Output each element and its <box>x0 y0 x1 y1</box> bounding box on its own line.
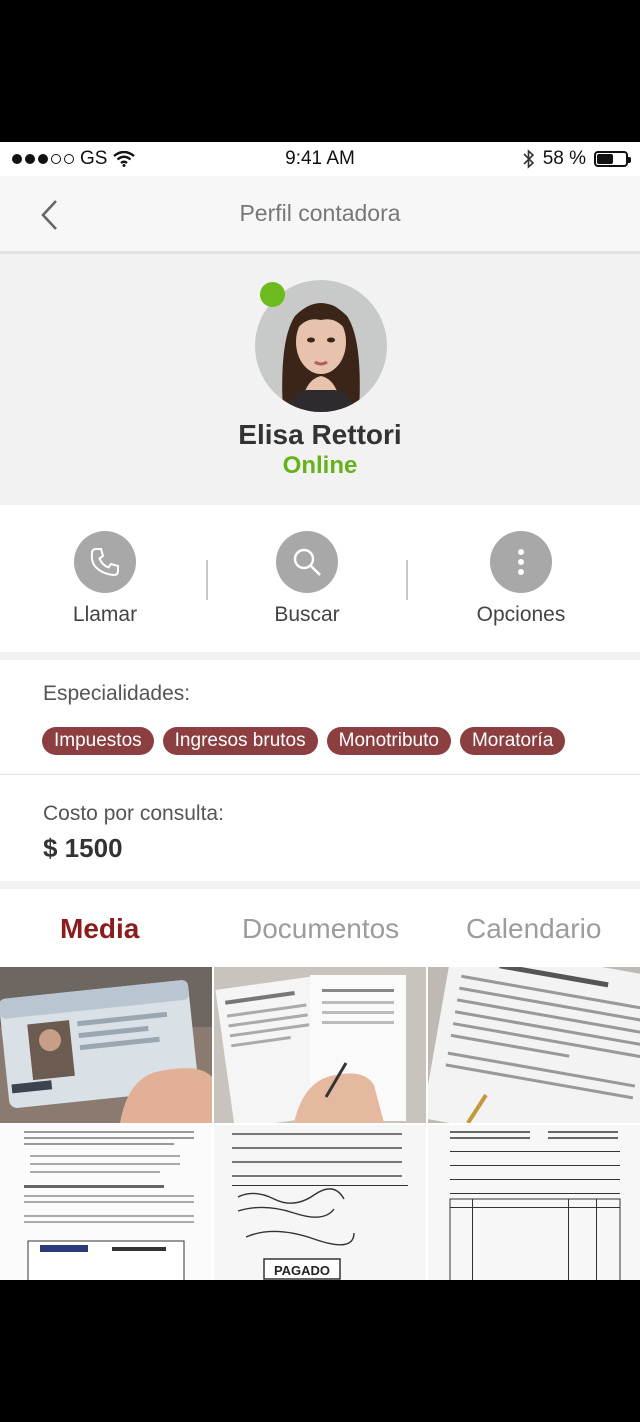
options-button[interactable]: Opciones <box>441 531 601 627</box>
tab-documents[interactable]: Documentos <box>242 913 399 945</box>
media-grid: PAGADO <box>0 967 640 1280</box>
call-button[interactable]: Llamar <box>25 531 185 627</box>
navigation-bar: Perfil contadora <box>0 176 640 254</box>
specialty-tag[interactable]: Monotributo <box>326 727 451 755</box>
consultation-cost-section: Costo por consulta: $ 1500 <box>0 775 640 881</box>
search-label: Buscar <box>274 603 340 626</box>
call-label: Llamar <box>72 603 138 626</box>
battery-percent: 58 % <box>542 148 586 169</box>
media-item[interactable] <box>214 967 426 1123</box>
form-document-thumbnail <box>428 967 640 1123</box>
profile-name: Elisa Rettori <box>238 419 402 450</box>
page-title: Perfil contadora <box>239 200 401 226</box>
id-card-thumbnail <box>0 967 212 1123</box>
text-document-thumbnail <box>0 1125 212 1280</box>
search-button[interactable]: Buscar <box>227 531 387 627</box>
invoice-form-thumbnail <box>428 1125 640 1280</box>
specialty-tag[interactable]: Impuestos <box>42 727 154 755</box>
options-label: Opciones <box>476 603 566 626</box>
specialty-tag[interactable]: Moratoría <box>459 727 566 755</box>
cost-value: $ 1500 <box>43 833 123 863</box>
media-item[interactable] <box>0 967 212 1123</box>
tab-calendar[interactable]: Calendario <box>466 913 601 945</box>
media-item[interactable] <box>428 967 640 1123</box>
action-bar: Llamar Buscar Opciones <box>0 505 640 652</box>
media-item[interactable]: PAGADO <box>214 1125 426 1280</box>
profile-header: Elisa Rettori Online <box>0 254 640 498</box>
paid-stamp: PAGADO <box>274 1263 330 1278</box>
cost-heading: Costo por consulta: <box>43 802 224 825</box>
media-item[interactable] <box>0 1125 212 1280</box>
battery-icon <box>594 151 631 167</box>
app-screen: GS 9:41 AM 58 % Perfil contadora Elisa R… <box>0 142 640 1280</box>
status-bar: GS 9:41 AM 58 % <box>0 142 640 176</box>
specialty-tag[interactable]: Ingresos brutos <box>162 727 318 755</box>
media-item[interactable] <box>428 1125 640 1280</box>
search-icon <box>293 548 321 576</box>
tab-bar: Media Documentos Calendario <box>0 889 640 967</box>
tab-media[interactable]: Media <box>60 913 139 945</box>
online-status: Online <box>282 452 358 479</box>
bluetooth-icon <box>523 149 534 169</box>
specialties-section: Especialidades: Impuestos Ingresos bruto… <box>0 660 640 775</box>
handwritten-receipt-thumbnail: PAGADO <box>214 1125 426 1280</box>
more-vertical-icon <box>518 549 524 575</box>
phone-icon <box>90 548 119 577</box>
online-indicator <box>260 282 285 307</box>
action-divider <box>206 560 208 600</box>
action-divider <box>406 560 408 600</box>
signing-documents-thumbnail <box>214 967 426 1123</box>
specialties-heading: Especialidades: <box>43 682 191 705</box>
